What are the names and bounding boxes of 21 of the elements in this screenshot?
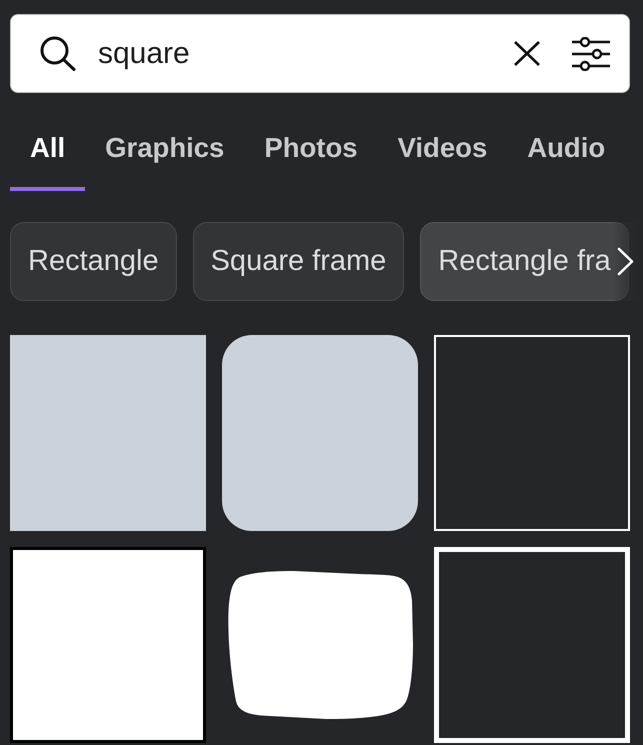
sliders-icon (572, 36, 610, 70)
bordered-square-graphic[interactable] (10, 547, 206, 743)
suggestion-chip[interactable]: Rectangle fra (420, 222, 629, 301)
tab[interactable]: Videos (378, 111, 508, 191)
thick-square-frame-graphic[interactable] (434, 547, 630, 743)
tab[interactable]: Graphics (85, 111, 244, 191)
chevron-right-icon (617, 247, 634, 276)
close-icon (514, 41, 540, 66)
suggestion-chip[interactable]: Rectangle (10, 222, 177, 301)
blob-graphic[interactable] (228, 571, 412, 719)
search-input[interactable]: square (98, 36, 502, 70)
search-icon (40, 36, 76, 71)
thin-square-frame-graphic[interactable] (434, 335, 630, 531)
filter-button[interactable] (572, 36, 610, 70)
tab[interactable]: All (10, 111, 86, 191)
tab[interactable]: Audio (507, 111, 626, 191)
suggestion-chip[interactable]: Square frame (192, 222, 404, 301)
search-field[interactable]: square (10, 14, 630, 93)
rounded-square-graphic[interactable] (222, 335, 418, 531)
clear-button[interactable] (514, 41, 540, 66)
tab[interactable]: Photos (244, 111, 378, 191)
